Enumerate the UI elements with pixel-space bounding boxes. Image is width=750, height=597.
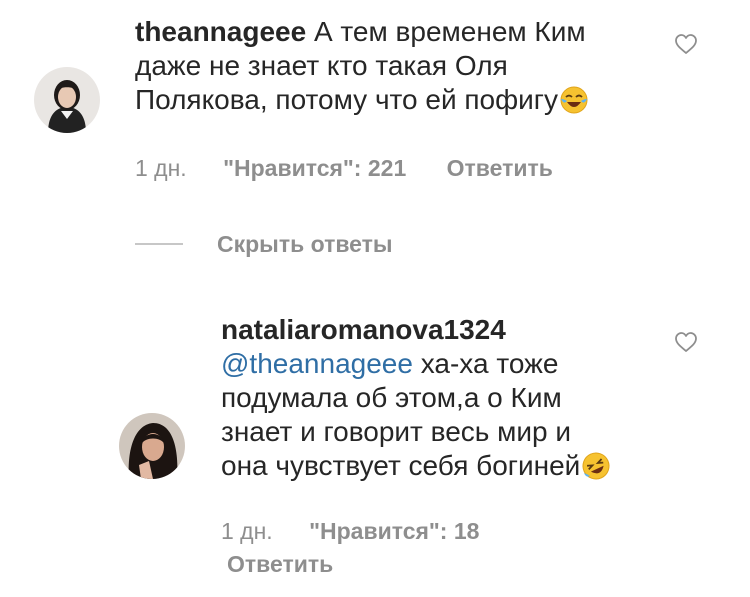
comment-time: 1 дн.	[135, 155, 187, 181]
avatar[interactable]	[119, 413, 185, 479]
comment-body: theannageee А тем временем Ким даже не з…	[135, 15, 655, 123]
comment-text-line: Полякова, потому что ей пофигу	[135, 84, 559, 115]
reply-text-line: она чувствует себя богиней	[221, 450, 581, 481]
reply-text-line: знает и говорит весь мир и	[221, 416, 572, 447]
rolling-on-floor-laughing-icon	[581, 451, 611, 489]
avatar[interactable]	[34, 67, 100, 133]
reply-body: nataliaromanova1324 @theannageee ха-ха т…	[221, 313, 641, 489]
comment-username[interactable]: theannageee	[135, 16, 306, 47]
like-heart-icon[interactable]	[674, 331, 698, 353]
likes-count-link[interactable]: "Нравится": 18	[309, 518, 479, 544]
reply-button[interactable]: Ответить	[227, 550, 333, 578]
reply-text-line: ха-ха тоже	[420, 348, 559, 379]
reply-username[interactable]: nataliaromanova1324	[221, 314, 506, 345]
comment-text-line: даже не знает кто такая Оля	[135, 50, 508, 81]
likes-count-link[interactable]: "Нравится": 221	[223, 155, 406, 181]
hide-replies-label: Скрыть ответы	[217, 231, 393, 257]
mention-link[interactable]: @theannageee	[221, 348, 413, 379]
reply-button[interactable]: Ответить	[447, 155, 553, 181]
reply-meta: 1 дн. "Нравится": 18	[221, 517, 479, 545]
reply-text-line: подумала об этом,а о Ким	[221, 382, 562, 413]
reply-button-label: Ответить	[227, 551, 334, 577]
face-with-tears-of-joy-icon	[559, 85, 589, 123]
hide-replies-button[interactable]: Скрыть ответы	[217, 230, 393, 258]
comment-meta: 1 дн. "Нравится": 221 Ответить	[135, 154, 553, 182]
replies-divider	[135, 243, 183, 245]
reply-time: 1 дн.	[221, 518, 273, 544]
like-heart-icon[interactable]	[674, 33, 698, 55]
comment-text-line: А тем временем Ким	[313, 16, 586, 47]
